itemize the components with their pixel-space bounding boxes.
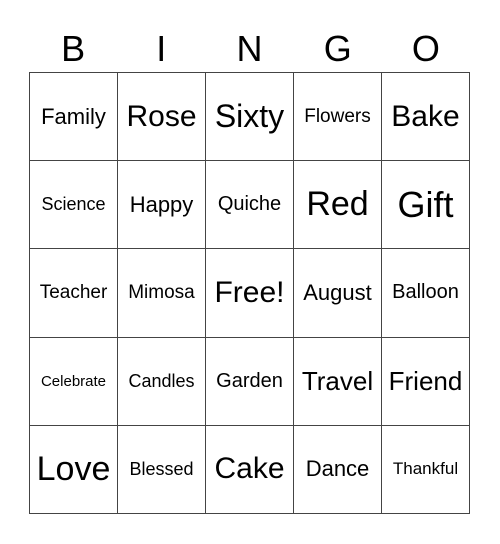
bingo-cell[interactable]: Balloon: [382, 249, 470, 338]
bingo-cell[interactable]: Friend: [382, 337, 470, 426]
bingo-cell[interactable]: Happy: [118, 161, 206, 250]
bingo-cell[interactable]: Blessed: [118, 425, 206, 514]
bingo-cell[interactable]: Thankful: [382, 425, 470, 514]
bingo-cell[interactable]: Garden: [206, 337, 294, 426]
bingo-cell[interactable]: Flowers: [294, 73, 382, 162]
bingo-cell[interactable]: Candles: [118, 337, 206, 426]
bingo-cell[interactable]: Travel: [294, 337, 382, 426]
bingo-cell[interactable]: Science: [30, 161, 118, 250]
bingo-header: B I N G O: [29, 26, 470, 72]
bingo-cell[interactable]: Love: [30, 425, 118, 514]
bingo-cell[interactable]: Rose: [118, 73, 206, 162]
bingo-grid: Family Rose Sixty Flowers Bake Science H…: [29, 72, 470, 514]
bingo-cell[interactable]: Cake: [206, 425, 294, 514]
bingo-cell[interactable]: August: [294, 249, 382, 338]
bingo-cell[interactable]: Bake: [382, 73, 470, 162]
bingo-cell[interactable]: Teacher: [30, 249, 118, 338]
bingo-cell[interactable]: Red: [294, 161, 382, 250]
header-letter-o: O: [411, 28, 440, 69]
bingo-cell[interactable]: Quiche: [206, 161, 294, 250]
header-letter-n: N: [236, 28, 263, 69]
free-space-cell[interactable]: Free!: [206, 249, 294, 338]
bingo-cell[interactable]: Family: [30, 73, 118, 162]
bingo-cell[interactable]: Sixty: [206, 73, 294, 162]
header-letter-g: G: [323, 28, 352, 69]
bingo-cell[interactable]: Dance: [294, 425, 382, 514]
header-letter-b: B: [61, 28, 86, 69]
bingo-cell[interactable]: Mimosa: [118, 249, 206, 338]
header-letter-i: I: [156, 28, 167, 69]
bingo-cell[interactable]: Gift: [382, 161, 470, 250]
bingo-cell[interactable]: Celebrate: [30, 337, 118, 426]
